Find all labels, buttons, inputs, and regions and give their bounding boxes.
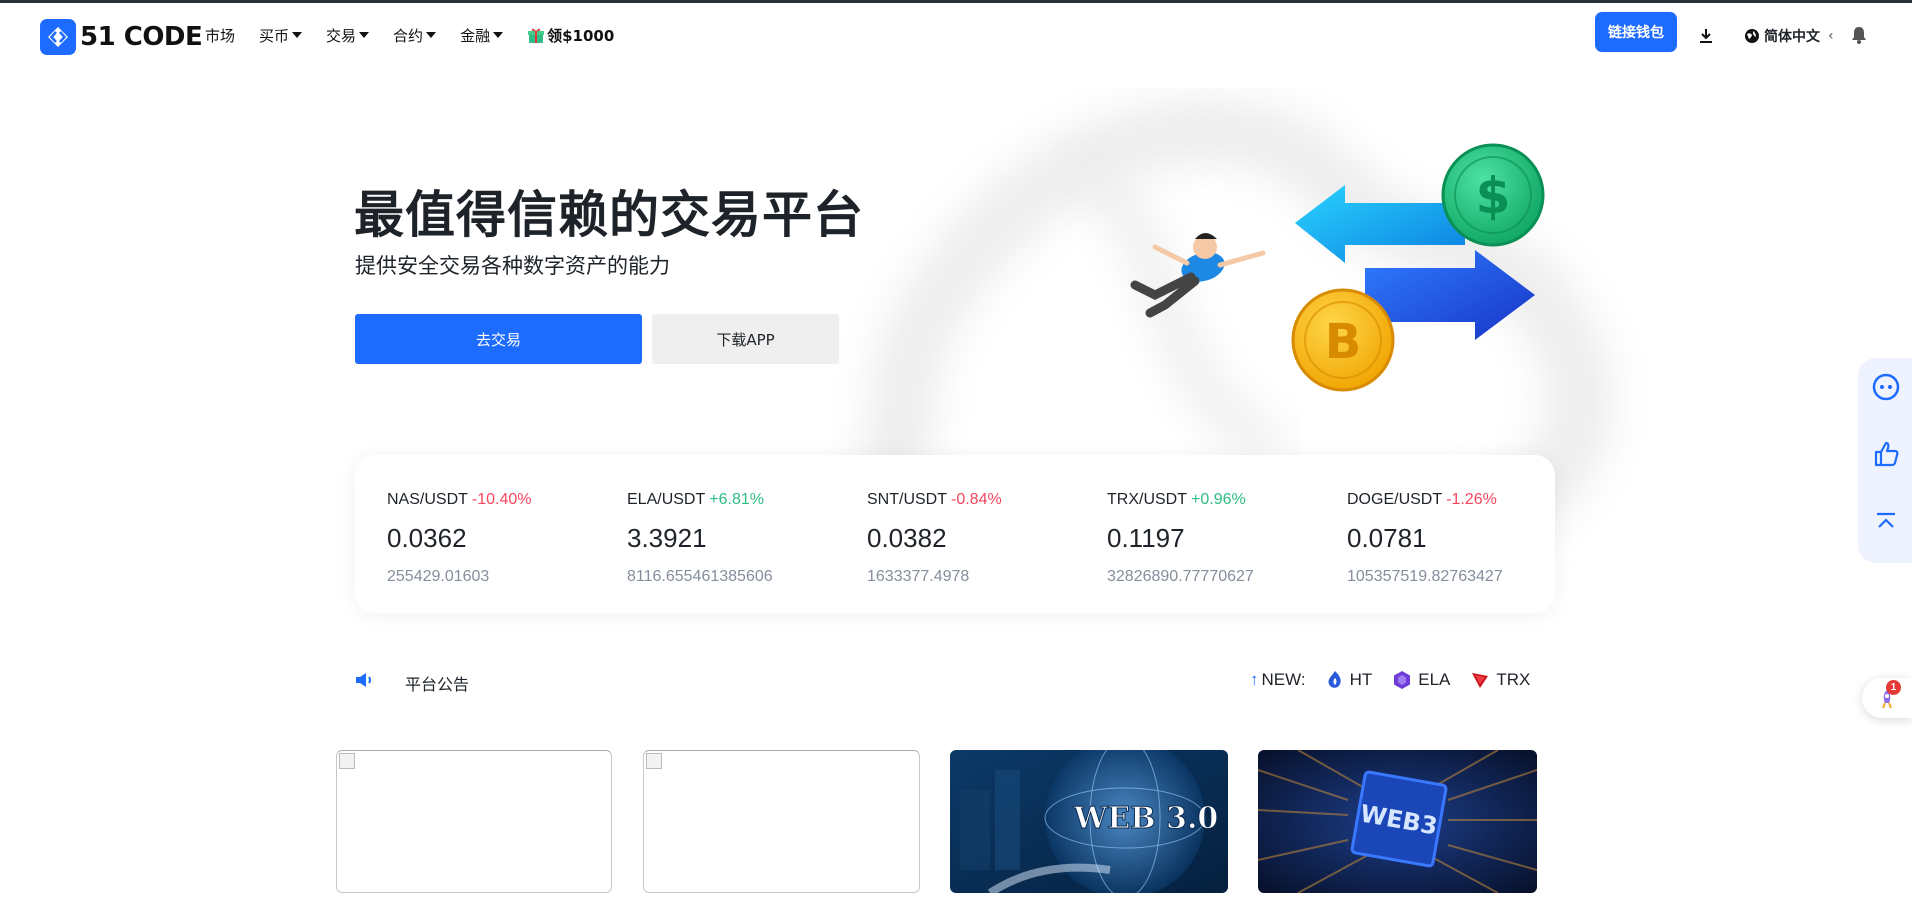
ticker-change: +6.81% [709,491,764,508]
caret-down-icon [292,32,303,38]
coin-label: TRX [1496,670,1531,689]
language-label: 简体中文 [1764,29,1820,45]
caret-down-icon [359,32,370,38]
nav-buy[interactable]: 买币 [259,25,303,46]
logo-icon [40,19,76,55]
ticker-volume: 255429.01603 [387,568,490,585]
logo-text: 51 CODE [80,22,203,52]
ticker-change: +0.96% [1191,491,1246,508]
trx-coin-icon [1472,673,1489,688]
ticker-item[interactable]: NAS/USDT -10.40% 0.0362 255429.01603 [387,491,617,586]
ticker-price: 0.0781 [1347,523,1427,553]
language-arrow-icon: ‹ [1828,28,1834,44]
ticker-item[interactable]: ELA/USDT +6.81% 3.3921 8116.655461385606 [627,491,857,586]
ticker-pair: TRX/USDT [1107,491,1187,508]
ticker-pair: SNT/USDT [867,491,947,508]
download-icon[interactable] [1697,27,1715,50]
ticker-item[interactable]: SNT/USDT -0.84% 0.0382 1633377.4978 [867,491,1097,586]
hero-title: 最值得信赖的交易平台 [354,186,864,244]
ticker-volume: 8116.655461385606 [627,568,773,585]
chat-bot-icon[interactable] [1872,373,1900,401]
new-coin-ela[interactable]: ELA [1392,670,1450,690]
ticker-price: 0.1197 [1107,523,1185,553]
coin-label: ELA [1418,670,1451,689]
notification-count-badge: 1 [1886,680,1901,695]
ticker-pair: ELA/USDT [627,491,706,508]
back-to-top-icon[interactable] [1872,508,1900,536]
ticker-price: 3.3921 [627,523,707,553]
side-tool-panel [1858,358,1912,563]
nav-finance-label: 金融 [460,26,491,45]
arrow-left-shape [1295,185,1465,263]
go-trade-button[interactable]: 去交易 [355,314,642,364]
megaphone-icon [354,670,374,695]
nav-trade-label: 交易 [326,26,357,45]
nav-contract-label: 合约 [393,26,424,45]
news-card-broken-image[interactable] [643,750,920,893]
ticker-change: -0.84% [951,491,1002,508]
announcement-label[interactable]: 平台公告 [405,671,469,695]
ticker-item[interactable]: DOGE/USDT -1.26% 0.0781 105357519.8276342… [1347,491,1577,586]
broken-image-icon [646,753,662,769]
ticker-volume: 105357519.82763427 [1347,568,1503,585]
new-listings: ↑ NEW: HT ELA TRX [1250,670,1530,690]
ticker-price: 0.0362 [387,523,467,553]
ticker-change: -1.26% [1446,491,1497,508]
nav-buy-label: 买币 [259,26,290,45]
ticker-item[interactable]: TRX/USDT +0.96% 0.1197 32826890.77770627 [1107,491,1337,586]
main-nav: 市场 买币 交易 合约 金融 领$1000 [205,3,638,67]
ticker-pair: DOGE/USDT [1347,491,1443,508]
ticker-price: 0.0382 [867,523,947,553]
web3-chip-image: WEB3 [1258,750,1537,893]
language-selector[interactable]: 简体中文 ‹ [1744,26,1834,46]
gift-icon [527,26,545,44]
svg-text:B: B [1325,314,1362,370]
card-image-text: WEB 3.0 [1073,801,1219,836]
hero-subtitle: 提供安全交易各种数字资产的能力 [355,254,670,278]
connect-wallet-button[interactable]: 链接钱包 [1595,12,1677,52]
hero-illustration: $ B [1130,143,1545,392]
ticker-volume: 32826890.77770627 [1107,568,1254,585]
news-card-broken-image[interactable] [336,750,612,893]
caret-down-icon [493,32,504,38]
thumbs-up-icon[interactable] [1872,440,1900,468]
globe-icon [1745,29,1759,43]
logo[interactable]: 51 CODE [40,19,203,55]
broken-image-icon [339,753,355,769]
ticker-volume: 1633377.4978 [867,568,970,585]
caret-down-icon [426,32,437,38]
new-label: NEW: [1261,670,1306,689]
download-app-button[interactable]: 下载APP [652,314,839,364]
nav-finance[interactable]: 金融 [460,25,504,46]
ht-coin-icon [1328,671,1341,688]
news-card-web3-0[interactable]: WEB 3.0 [950,750,1228,893]
nav-market[interactable]: 市场 [205,25,235,46]
web3-globe-image: WEB 3.0 [950,750,1228,893]
nav-trade[interactable]: 交易 [326,25,370,46]
up-arrow-icon: ↑ [1250,670,1259,689]
rewards-float-button[interactable]: 1 [1862,678,1912,718]
nav-market-label: 市场 [205,26,236,45]
news-card-web3[interactable]: WEB3 [1258,750,1537,893]
header: 51 CODE 市场 买币 交易 合约 金融 领$1000 链接钱包 简体中文 … [0,3,1912,67]
ticker-pair: NAS/USDT [387,491,468,508]
new-coin-trx[interactable]: TRX [1470,670,1530,690]
nav-promo-label: 领$1000 [547,26,615,45]
nav-contract[interactable]: 合约 [393,25,437,46]
svg-text:$: $ [1476,167,1511,225]
coin-label: HT [1349,670,1373,689]
ela-coin-icon [1394,671,1411,689]
ticker-change: -10.40% [471,491,532,508]
market-ticker: NAS/USDT -10.40% 0.0362 255429.01603 ELA/… [355,455,1555,613]
new-coin-ht[interactable]: HT [1326,670,1373,690]
bell-icon[interactable] [1851,26,1867,49]
nav-promo[interactable]: 领$1000 [527,25,614,46]
